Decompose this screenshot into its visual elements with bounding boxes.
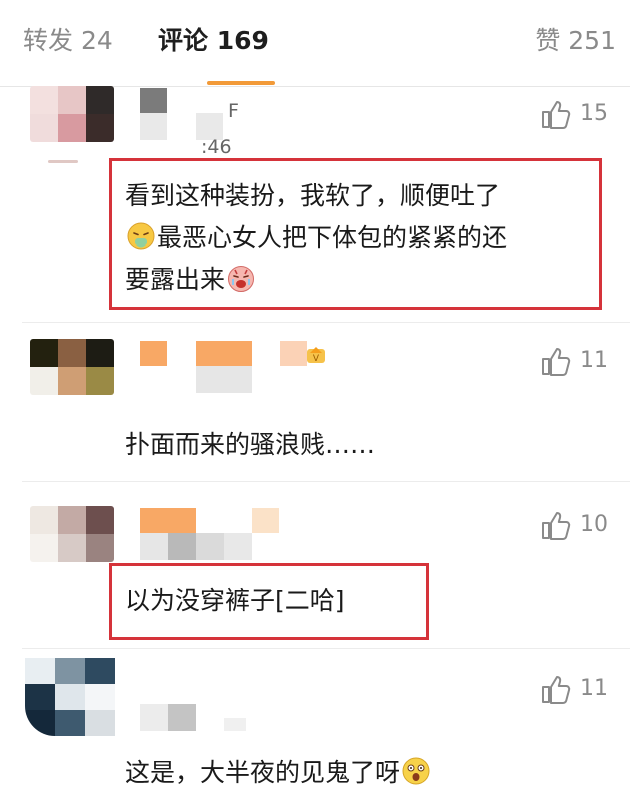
time-mosaic <box>140 533 168 560</box>
comment-line-text: 这是，大半夜的见鬼了呀 <box>125 758 401 787</box>
like-button[interactable]: 10 <box>540 508 608 542</box>
like-button[interactable]: 11 <box>540 344 608 378</box>
username-mosaic[interactable] <box>140 88 167 113</box>
comment-text: 看到这种装扮，我软了，顺便吐了 最恶心女人把下体包的紧紧的还 要露出来 <box>125 175 507 301</box>
active-tab-indicator <box>207 81 275 85</box>
time-mosaic <box>224 533 252 560</box>
username-mosaic <box>196 341 252 366</box>
comment-line: 以为没穿裤子[二哈] <box>125 586 345 615</box>
thumbs-up-icon <box>540 345 572 377</box>
comment-line: 最恶心女人把下体包的紧紧的还 <box>125 217 507 259</box>
username-mosaic[interactable] <box>140 341 167 366</box>
thumbs-up-icon <box>540 98 572 130</box>
like-count: 15 <box>580 101 608 126</box>
like-count: 10 <box>580 512 608 537</box>
comment-line: 要露出来 <box>125 259 507 301</box>
comment-divider <box>22 648 630 649</box>
svg-text:V: V <box>313 354 320 364</box>
tab-reposts[interactable]: 转发 24 <box>23 24 113 58</box>
avatar[interactable] <box>30 86 114 142</box>
username-fragment: F <box>228 100 239 122</box>
username-mosaic[interactable] <box>140 704 168 731</box>
comment-line-text: 要露出来 <box>125 265 226 294</box>
avatar-edge <box>48 160 78 163</box>
shocked-emoji-icon <box>401 756 431 786</box>
time-mosaic <box>196 366 252 393</box>
username-mosaic <box>140 113 167 140</box>
comment-text: 扑面而来的骚浪贱…… <box>125 424 375 466</box>
comment-text: 这是，大半夜的见鬼了呀 <box>125 752 432 794</box>
time-mosaic <box>168 704 196 731</box>
avatar[interactable] <box>30 506 114 562</box>
vomit-emoji-icon <box>126 221 156 251</box>
time-mosaic <box>168 533 196 560</box>
comment-tabs-bar: 转发 24 评论 169 赞 251 <box>0 0 630 87</box>
comment-text: 以为没穿裤子[二哈] <box>125 580 345 622</box>
comment-line: 这是，大半夜的见鬼了呀 <box>125 752 432 794</box>
comment-time: :46 <box>201 136 232 158</box>
tab-likes[interactable]: 赞 251 <box>535 24 616 58</box>
time-mosaic <box>224 718 246 731</box>
username-mosaic <box>280 341 307 366</box>
like-count: 11 <box>580 676 608 701</box>
thumbs-up-icon <box>540 509 572 541</box>
time-mosaic <box>196 533 224 560</box>
thumbs-up-icon <box>540 673 572 705</box>
avatar[interactable] <box>30 339 114 395</box>
comment-divider <box>22 481 630 482</box>
comment-line: 扑面而来的骚浪贱…… <box>125 430 376 459</box>
comment-line-text: 最恶心女人把下体包的紧紧的还 <box>157 223 508 252</box>
like-button[interactable]: 15 <box>540 97 608 131</box>
vip-badge-icon: V <box>305 344 327 366</box>
like-count: 11 <box>580 348 608 373</box>
username-mosaic <box>252 508 279 533</box>
username-mosaic[interactable] <box>140 508 196 533</box>
avatar[interactable] <box>25 658 115 736</box>
like-button[interactable]: 11 <box>540 672 608 706</box>
tab-comments[interactable]: 评论 169 <box>158 24 269 58</box>
comment-divider <box>22 322 630 323</box>
cry-emoji-icon <box>226 263 256 293</box>
comment-line: 看到这种装扮，我软了，顺便吐了 <box>125 181 501 210</box>
